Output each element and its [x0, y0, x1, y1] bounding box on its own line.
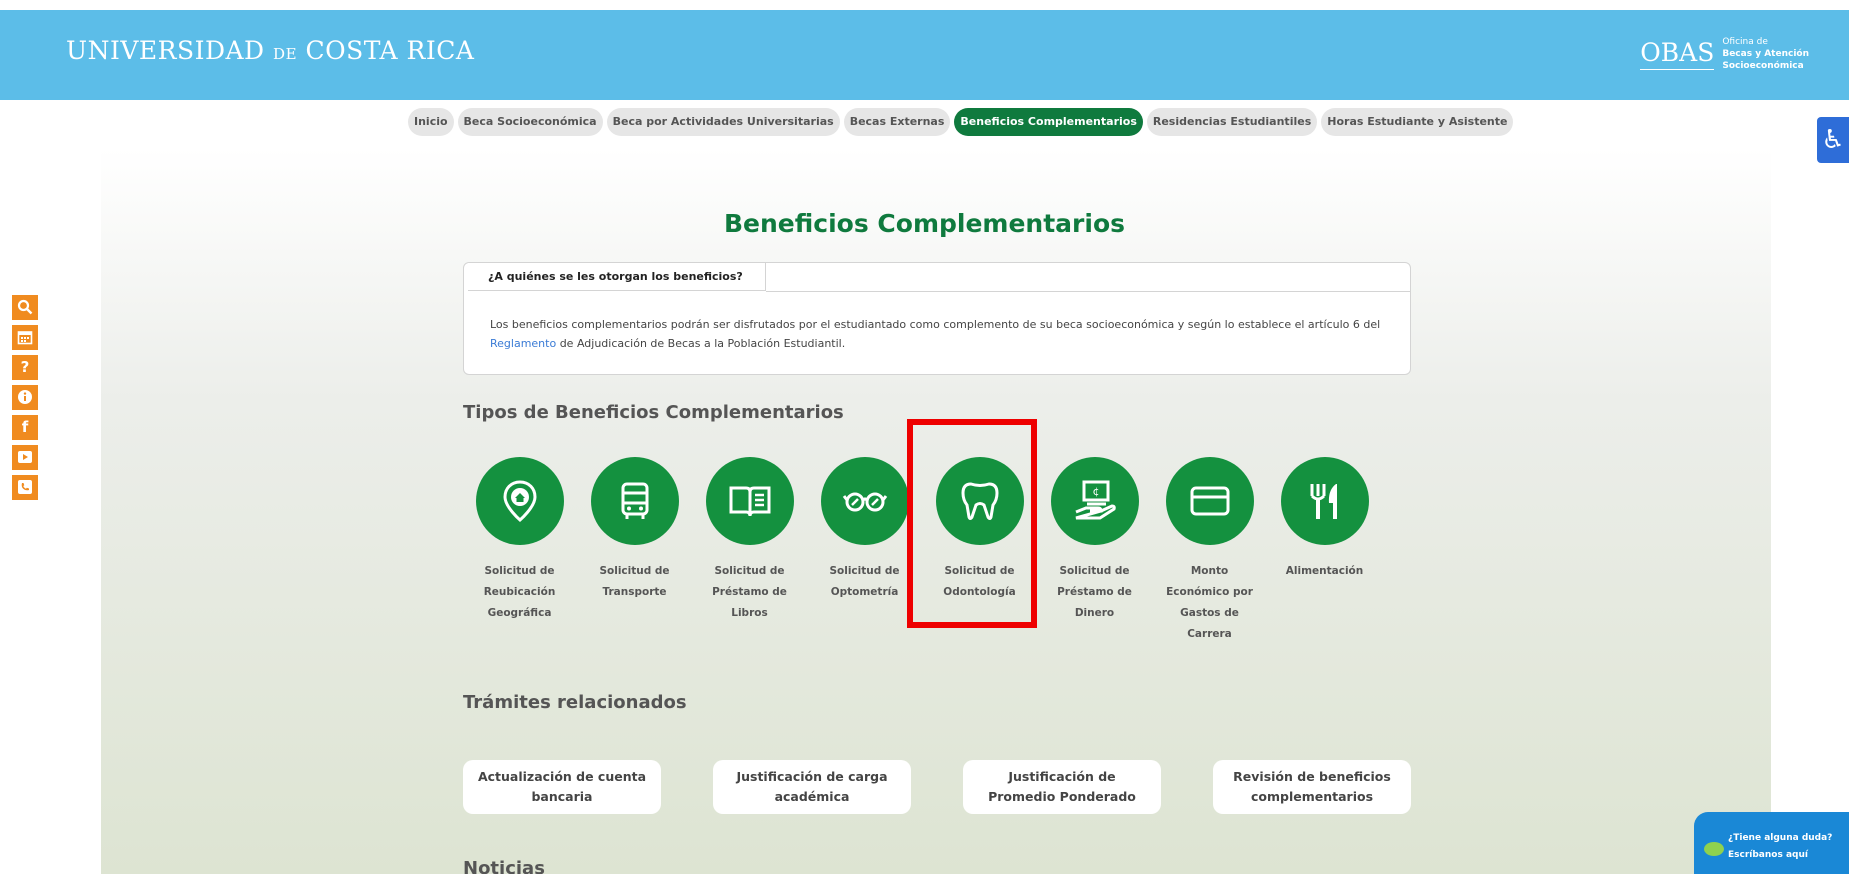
- reglamento-link[interactable]: Reglamento: [490, 337, 556, 350]
- benefit-label[interactable]: Alimentación: [1275, 561, 1375, 582]
- phone-icon[interactable]: [12, 475, 38, 500]
- book-icon[interactable]: [705, 457, 794, 545]
- site-header: UNIVERSIDAD DE COSTA RICA OBAS Oficina d…: [0, 10, 1849, 100]
- wheelchair-icon: ♿: [1821, 125, 1845, 155]
- nav-tab-horas-estudiante[interactable]: Horas Estudiante y Asistente: [1321, 108, 1514, 136]
- benefit-label[interactable]: Monto Económico por Gastos de Carrera: [1160, 561, 1260, 645]
- benefit-label[interactable]: Solicitud de Préstamo de Dinero: [1045, 561, 1145, 624]
- glasses-icon[interactable]: [820, 457, 909, 545]
- card-icon[interactable]: [1165, 457, 1254, 545]
- benefit-reubicacion[interactable]: Solicitud de Reubicación Geográfica: [462, 457, 577, 645]
- nav-tab-beca-actividades[interactable]: Beca por Actividades Universitarias: [606, 108, 840, 136]
- benefit-libros[interactable]: Solicitud de Préstamo de Libros: [692, 457, 807, 645]
- nav-tab-residencias[interactable]: Residencias Estudiantiles: [1146, 108, 1318, 136]
- info-text: Los beneficios complementarios podrán se…: [490, 318, 1381, 350]
- nav-tab-becas-externas[interactable]: Becas Externas: [843, 108, 951, 136]
- benefit-prestamo-dinero[interactable]: ¢ Solicitud de Préstamo de Dinero: [1037, 457, 1152, 645]
- benefit-label[interactable]: Solicitud de Reubicación Geográfica: [470, 561, 570, 624]
- benefit-label[interactable]: Solicitud de Préstamo de Libros: [700, 561, 800, 624]
- nav-tab-beca-socioeconomica[interactable]: Beca Socioeconómica: [457, 108, 603, 136]
- obas-name: OBAS: [1640, 38, 1715, 70]
- tab-divider: [766, 291, 1410, 292]
- benefit-optometria[interactable]: Solicitud de Optometría: [807, 457, 922, 645]
- obas-logo[interactable]: OBAS Oficina de Becas y Atención Socioec…: [1640, 36, 1809, 72]
- calendar-icon[interactable]: [12, 325, 38, 350]
- facebook-icon[interactable]: f: [12, 415, 38, 440]
- benefit-label[interactable]: Solicitud de Transporte: [585, 561, 685, 603]
- tramites-list: Actualización de cuenta bancaria Justifi…: [463, 760, 1411, 814]
- obas-subtitle: Oficina de Becas y Atención Socioeconómi…: [1722, 37, 1809, 71]
- chat-widget[interactable]: ¿Tiene alguna duda? Escríbanos aquí: [1694, 812, 1849, 874]
- types-section-title: Tipos de Beneficios Complementarios: [463, 402, 844, 423]
- fork-knife-icon[interactable]: [1280, 457, 1369, 545]
- benefit-gastos-carrera[interactable]: Monto Económico por Gastos de Carrera: [1152, 457, 1267, 645]
- info-icon[interactable]: [12, 385, 38, 410]
- nav-tab-inicio[interactable]: Inicio: [408, 108, 454, 136]
- tramite-revision-beneficios-button[interactable]: Revisión de beneficios complementarios: [1213, 760, 1411, 814]
- tramite-cuenta-bancaria-button[interactable]: Actualización de cuenta bancaria: [463, 760, 661, 814]
- tramite-carga-academica-button[interactable]: Justificación de carga académica: [713, 760, 911, 814]
- info-panel: ¿A quiénes se les otorgan los beneficios…: [463, 262, 1411, 375]
- highlight-box: [907, 419, 1037, 628]
- benefit-alimentacion[interactable]: Alimentación: [1267, 457, 1382, 645]
- svg-text:¢: ¢: [1092, 485, 1099, 498]
- main-nav: Inicio Beca Socioeconómica Beca por Acti…: [408, 108, 1514, 136]
- news-section-title: Noticias: [463, 858, 545, 874]
- search-icon[interactable]: [12, 295, 38, 320]
- location-home-icon[interactable]: [475, 457, 564, 545]
- youtube-icon[interactable]: [12, 445, 38, 470]
- side-toolbar: ? f: [12, 295, 38, 500]
- info-tab[interactable]: ¿A quiénes se les otorgan los beneficios…: [468, 263, 766, 291]
- benefit-transporte[interactable]: Solicitud de Transporte: [577, 457, 692, 645]
- chat-text: ¿Tiene alguna duda? Escríbanos aquí: [1728, 833, 1833, 860]
- nav-tab-beneficios-complementarios[interactable]: Beneficios Complementarios: [954, 108, 1143, 136]
- chat-bubble-icon: [1704, 842, 1724, 856]
- ucr-logo[interactable]: UNIVERSIDAD DE COSTA RICA: [66, 36, 474, 65]
- money-hand-icon[interactable]: ¢: [1050, 457, 1139, 545]
- bus-icon[interactable]: [590, 457, 679, 545]
- tramites-section-title: Trámites relacionados: [463, 692, 687, 713]
- accessibility-button[interactable]: ♿: [1817, 117, 1849, 163]
- tramite-promedio-ponderado-button[interactable]: Justificación de Promedio Ponderado: [963, 760, 1161, 814]
- page-title: Beneficios Complementarios: [723, 209, 1125, 238]
- benefit-label[interactable]: Solicitud de Optometría: [815, 561, 915, 603]
- question-icon[interactable]: ?: [12, 355, 38, 380]
